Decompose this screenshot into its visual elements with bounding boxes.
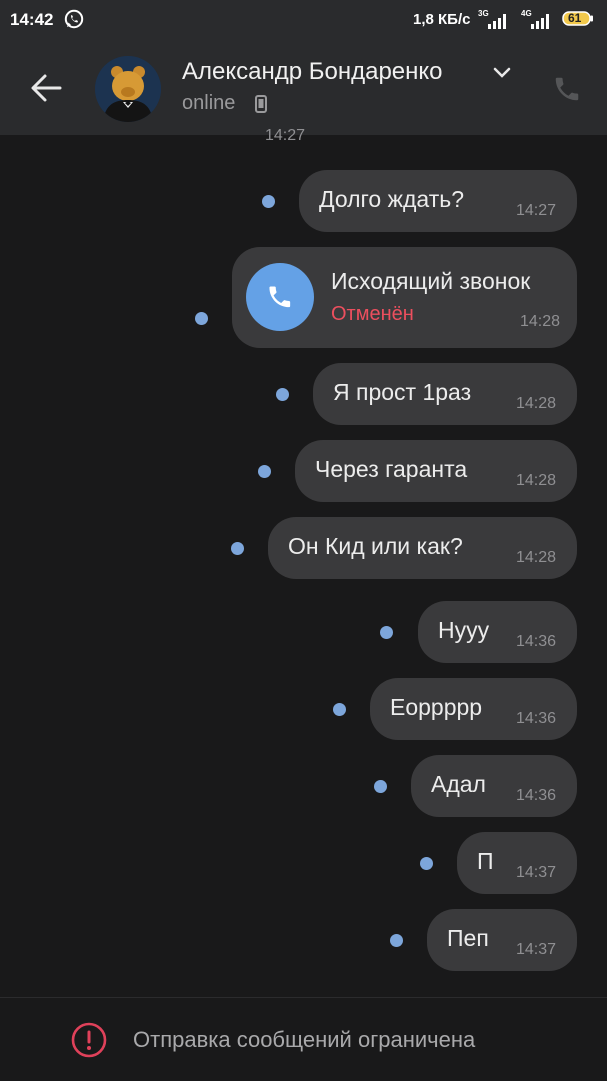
unread-indicator bbox=[262, 195, 275, 208]
message-bubble[interactable]: Еорpppp 14:36 bbox=[370, 678, 577, 740]
signal-icon-2 bbox=[531, 14, 549, 29]
phone-icon bbox=[269, 286, 291, 308]
unread-indicator bbox=[276, 388, 289, 401]
avatar[interactable] bbox=[95, 56, 161, 122]
unread-indicator bbox=[258, 465, 271, 478]
chevron-down-icon[interactable] bbox=[492, 66, 512, 80]
message-bubble[interactable]: Он Кид или как? 14:28 bbox=[268, 517, 577, 579]
message-time: 14:37 bbox=[515, 941, 556, 958]
message-bubble[interactable]: П 14:37 bbox=[457, 832, 577, 894]
status-bar: 14:42 1,8 КБ/с 3G 4G 61 bbox=[0, 0, 607, 40]
call-status: Отменён bbox=[331, 303, 414, 325]
message-text: Он Кид или как? bbox=[288, 533, 463, 559]
restriction-text: Отправка сообщений ограничена bbox=[133, 1027, 476, 1052]
message-bubble[interactable]: Долго ждать? 14:27 bbox=[299, 170, 577, 232]
message-time: 14:27 bbox=[515, 202, 556, 219]
message-bubble[interactable]: Через гаранта 14:28 bbox=[295, 440, 577, 502]
message-text: Через гаранта bbox=[315, 456, 468, 482]
unread-indicator bbox=[231, 542, 244, 555]
message-text: Еорpppp bbox=[390, 694, 483, 720]
unread-indicator bbox=[374, 780, 387, 793]
message-text: Адал bbox=[431, 771, 486, 797]
message-bubble[interactable]: Адал 14:36 bbox=[411, 755, 577, 817]
back-arrow-icon[interactable] bbox=[28, 70, 64, 106]
network-speed: 1,8 КБ/с bbox=[413, 11, 471, 28]
message-time: 14:27 bbox=[264, 127, 305, 144]
message-time: 14:36 bbox=[515, 633, 556, 650]
unread-indicator bbox=[195, 312, 208, 325]
call-icon-circle[interactable] bbox=[246, 263, 314, 331]
unread-indicator bbox=[333, 703, 346, 716]
message-bubble[interactable]: Я прост 1раз 14:28 bbox=[313, 363, 577, 425]
presence-status: online bbox=[182, 92, 236, 114]
warning-icon bbox=[71, 1022, 107, 1058]
call-message-bubble[interactable]: Исходящий звонок Отменён 14:28 bbox=[232, 247, 577, 348]
messaging-restricted-bar: Отправка сообщений ограничена bbox=[0, 997, 607, 1081]
message-text: Долго ждать? bbox=[319, 186, 465, 212]
message-time: 14:28 bbox=[515, 549, 556, 566]
mobile-device-icon bbox=[255, 95, 267, 113]
message-text: П bbox=[477, 848, 494, 874]
call-title: Исходящий звонок bbox=[331, 268, 531, 294]
message-time: 14:36 bbox=[515, 787, 556, 804]
whatsapp-icon bbox=[64, 9, 84, 29]
unread-indicator bbox=[380, 626, 393, 639]
message-text: Я прост 1раз bbox=[333, 379, 472, 405]
message-time: 14:28 bbox=[515, 395, 556, 412]
message-text: Пеп bbox=[447, 925, 489, 951]
unread-indicator bbox=[420, 857, 433, 870]
message-time: 14:36 bbox=[515, 710, 556, 727]
phone-call-icon[interactable] bbox=[552, 74, 582, 104]
message-bubble[interactable]: Пеп 14:37 bbox=[427, 909, 577, 971]
message-time: 14:28 bbox=[519, 313, 560, 330]
message-time: 14:37 bbox=[515, 864, 556, 881]
message-time: 14:28 bbox=[515, 472, 556, 489]
battery-icon: 61 bbox=[562, 11, 594, 26]
contact-name[interactable]: Александр Бондаренко bbox=[182, 58, 443, 86]
status-time: 14:42 bbox=[10, 10, 54, 29]
chat-header: Александр Бондаренко online bbox=[0, 40, 607, 135]
battery-level: 61 bbox=[568, 11, 582, 25]
signal-icon bbox=[488, 14, 506, 29]
unread-indicator bbox=[390, 934, 403, 947]
message-bubble[interactable]: Нууу 14:36 bbox=[418, 601, 577, 663]
message-text: Нууу bbox=[438, 617, 490, 643]
